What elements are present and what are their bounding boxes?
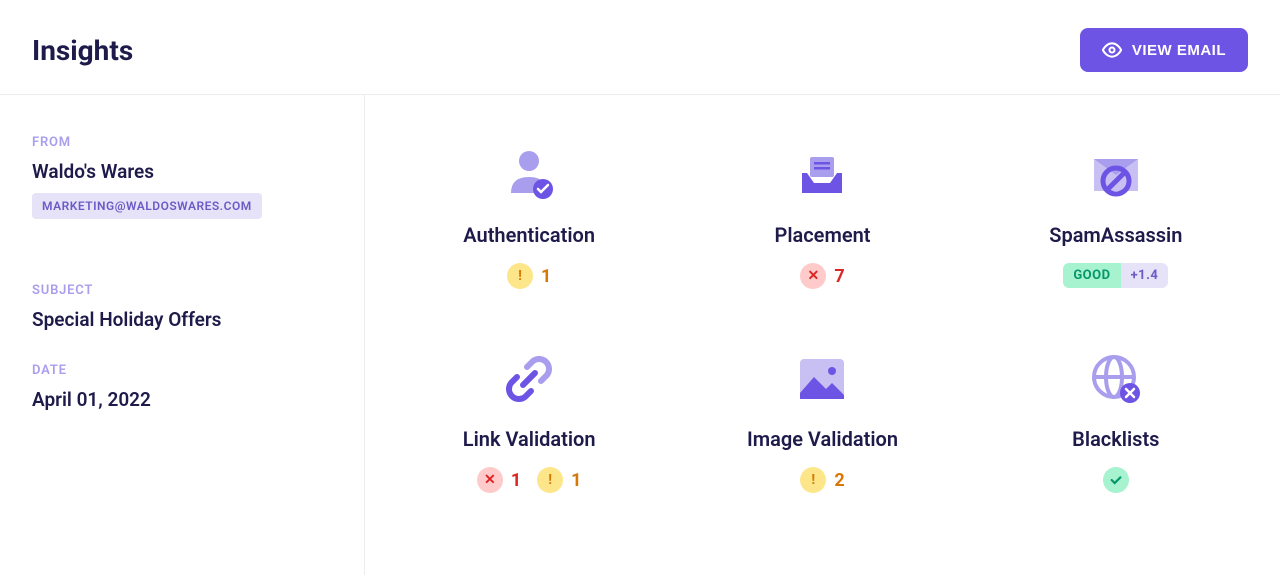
error-icon: ✕ <box>800 263 826 289</box>
card-status: ! 1 <box>507 263 551 289</box>
card-placement[interactable]: Placement ✕ 7 <box>686 145 959 289</box>
from-value: Waldo's Wares <box>32 160 332 183</box>
error-count: 1 <box>511 470 521 491</box>
page-title: Insights <box>32 34 133 67</box>
cards-grid: Authentication ! 1 Placement <box>393 145 1253 493</box>
card-status: ! 2 <box>800 467 844 493</box>
error-count: 7 <box>834 266 844 287</box>
check-icon <box>1103 467 1129 493</box>
globe-block-icon <box>1086 349 1146 409</box>
card-image-validation[interactable]: Image Validation ! 2 <box>686 349 959 493</box>
card-title: SpamAssassin <box>1049 223 1182 247</box>
view-email-button[interactable]: VIEW EMAIL <box>1080 28 1248 72</box>
warn-count: 2 <box>834 470 844 491</box>
view-email-label: VIEW EMAIL <box>1132 42 1226 59</box>
user-check-icon <box>499 145 559 205</box>
card-title: Authentication <box>463 223 595 247</box>
card-title: Placement <box>774 223 870 247</box>
card-title: Link Validation <box>463 427 596 451</box>
from-block: FROM Waldo's Wares MARKETING@WALDOSWARES… <box>32 135 332 251</box>
link-icon <box>499 349 559 409</box>
from-label: FROM <box>32 135 332 150</box>
card-status: GOOD +1.4 <box>1063 263 1168 288</box>
subject-block: SUBJECT Special Holiday Offers <box>32 283 332 331</box>
warn-icon: ! <box>507 263 533 289</box>
error-icon: ✕ <box>477 467 503 493</box>
content: FROM Waldo's Wares MARKETING@WALDOSWARES… <box>0 95 1280 575</box>
good-badge: GOOD +1.4 <box>1063 263 1168 288</box>
spam-block-icon <box>1086 145 1146 205</box>
inbox-icon <box>792 145 852 205</box>
main: Authentication ! 1 Placement <box>365 95 1280 575</box>
subject-label: SUBJECT <box>32 283 332 298</box>
card-link-validation[interactable]: Link Validation ✕ 1 ! 1 <box>393 349 666 493</box>
card-status <box>1103 467 1129 493</box>
date-label: DATE <box>32 363 332 378</box>
card-blacklists[interactable]: Blacklists <box>979 349 1252 493</box>
header: Insights VIEW EMAIL <box>0 0 1280 95</box>
warn-icon: ! <box>800 467 826 493</box>
from-email-badge: MARKETING@WALDOSWARES.COM <box>32 193 262 219</box>
card-title: Image Validation <box>747 427 898 451</box>
card-spamassassin[interactable]: SpamAssassin GOOD +1.4 <box>979 145 1252 289</box>
warn-count: 1 <box>571 470 581 491</box>
warn-icon: ! <box>537 467 563 493</box>
card-title: Blacklists <box>1072 427 1159 451</box>
date-block: DATE April 01, 2022 <box>32 363 332 411</box>
image-icon <box>792 349 852 409</box>
warn-count: 1 <box>541 266 551 287</box>
score-value: +1.4 <box>1121 263 1169 288</box>
good-label: GOOD <box>1063 263 1120 288</box>
card-status: ✕ 7 <box>800 263 844 289</box>
card-authentication[interactable]: Authentication ! 1 <box>393 145 666 289</box>
date-value: April 01, 2022 <box>32 388 332 411</box>
sidebar: FROM Waldo's Wares MARKETING@WALDOSWARES… <box>0 95 365 575</box>
subject-value: Special Holiday Offers <box>32 308 332 331</box>
card-status: ✕ 1 ! 1 <box>477 467 582 493</box>
eye-icon <box>1102 40 1122 60</box>
